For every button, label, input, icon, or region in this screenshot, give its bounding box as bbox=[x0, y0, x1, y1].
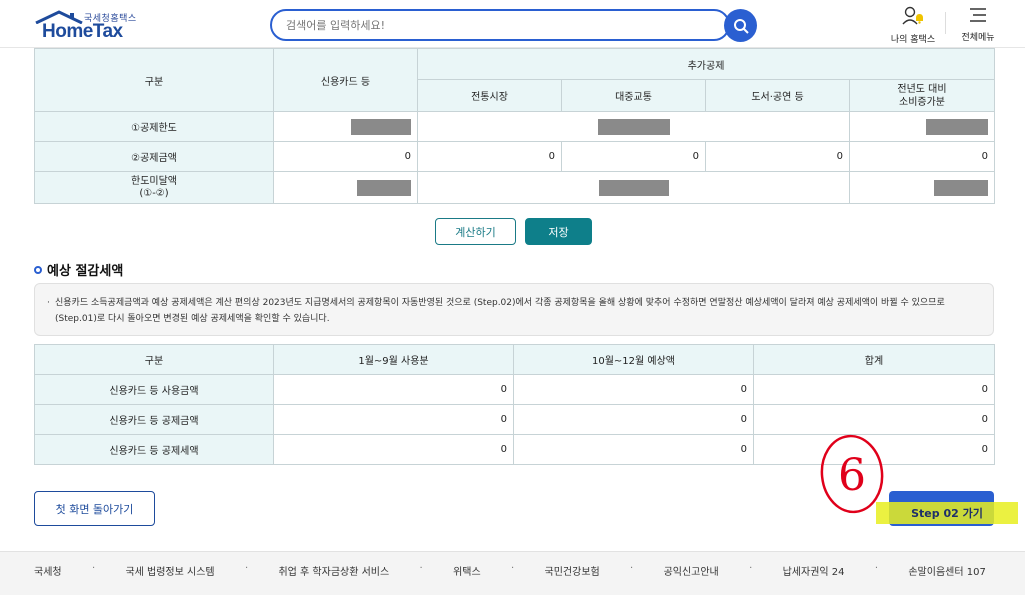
cell-value: 0 bbox=[753, 404, 995, 435]
footer-link[interactable]: 국민건강보험 bbox=[545, 563, 600, 578]
cell-value: 0 bbox=[273, 434, 514, 465]
cell-value: 0 bbox=[513, 374, 754, 405]
back-to-home-button[interactable]: 첫 화면 돌아가기 bbox=[34, 491, 155, 526]
table-row: 신용카드 등 공제금액 0 0 0 bbox=[34, 404, 995, 435]
save-button[interactable]: 저장 bbox=[525, 218, 592, 245]
header-divider bbox=[945, 12, 946, 34]
masked-value bbox=[273, 171, 418, 204]
header-additional-deduction: 추가공제 bbox=[417, 48, 995, 80]
row-label-line1: 한도미달액 bbox=[131, 175, 177, 187]
cell-value: 0 bbox=[417, 141, 562, 172]
footer: 국세청 · 국세 법령정보 시스템 · 취업 후 학자금상환 서비스 · 위택스… bbox=[0, 551, 1025, 595]
header-category: 구분 bbox=[34, 48, 274, 112]
calculate-button[interactable]: 계산하기 bbox=[435, 218, 516, 245]
search-icon bbox=[733, 18, 749, 34]
footer-link[interactable]: 손말이음센터 107 bbox=[908, 563, 985, 578]
footer-separator: · bbox=[511, 563, 515, 574]
footer-link[interactable]: 국세청 bbox=[34, 563, 62, 578]
footer-link[interactable]: 취업 후 학자금상환 서비스 bbox=[278, 563, 389, 578]
cell-value: 0 bbox=[753, 374, 995, 405]
cell-value: 0 bbox=[513, 434, 754, 465]
search-input[interactable] bbox=[272, 11, 692, 39]
header-jan-sep: 1월~9월 사용분 bbox=[273, 344, 514, 375]
row-label: 신용카드 등 공제금액 bbox=[34, 404, 274, 435]
my-hometax-label: 나의 홈택스 bbox=[890, 35, 936, 45]
footer-link[interactable]: 공익신고안내 bbox=[664, 563, 719, 578]
masked-value bbox=[417, 111, 850, 142]
handwritten-annotation: 6 bbox=[820, 434, 884, 514]
section-title: 예상 절감세액 bbox=[34, 260, 123, 279]
table-row: ②공제금액 0 0 0 0 0 bbox=[34, 141, 995, 172]
header: 국세청홈택스 HomeTax 나의 홈택스 전체메뉴 bbox=[0, 0, 1025, 48]
cell-value: 0 bbox=[705, 141, 850, 172]
table-row: ①공제한도 bbox=[34, 111, 995, 142]
table-row: 신용카드 등 사용금액 0 0 0 bbox=[34, 374, 995, 405]
footer-link[interactable]: 위택스 bbox=[453, 563, 481, 578]
footer-separator: · bbox=[874, 563, 879, 574]
footer-link[interactable]: 국세 법령정보 시스템 bbox=[125, 563, 214, 578]
section-title-text: 예상 절감세액 bbox=[47, 264, 124, 279]
hometax-logo[interactable]: 국세청홈택스 HomeTax bbox=[34, 8, 144, 42]
footer-separator: · bbox=[244, 563, 249, 574]
header-category: 구분 bbox=[34, 344, 274, 375]
notice-text: 신용카드 소득공제금액과 예상 공제세액은 계산 편의상 2023년도 지급명세… bbox=[55, 298, 945, 324]
user-bell-icon bbox=[902, 6, 923, 25]
row-label: 신용카드 등 공제세액 bbox=[34, 434, 274, 465]
table-row: 한도미달액 (①-②) bbox=[34, 171, 995, 204]
all-menu-label: 전체메뉴 bbox=[961, 33, 995, 43]
header-increase-line2: 소비증가분 bbox=[899, 96, 945, 108]
masked-value bbox=[849, 111, 995, 142]
row-label: 한도미달액 (①-②) bbox=[34, 171, 274, 204]
masked-value bbox=[417, 171, 850, 204]
row-label: ①공제한도 bbox=[34, 111, 274, 142]
masked-value bbox=[273, 111, 418, 142]
bullet-dot-icon: · bbox=[47, 298, 50, 308]
footer-link[interactable]: 납세자권익 24 bbox=[783, 563, 845, 578]
header-credit-card: 신용카드 등 bbox=[273, 48, 418, 112]
header-public-transit: 대중교통 bbox=[561, 79, 706, 112]
annotation-number: 6 bbox=[838, 450, 866, 501]
logo-title: HomeTax bbox=[42, 21, 123, 42]
cell-value: 0 bbox=[561, 141, 706, 172]
cell-value: 0 bbox=[513, 404, 754, 435]
search-box bbox=[270, 9, 730, 41]
row-label: 신용카드 등 사용금액 bbox=[34, 374, 274, 405]
footer-separator: · bbox=[91, 563, 96, 574]
row-label-line2: (①-②) bbox=[139, 187, 169, 199]
header-total: 합계 bbox=[753, 344, 995, 375]
header-consumption-increase: 전년도 대비 소비증가분 bbox=[849, 79, 995, 112]
header-oct-dec: 10월~12월 예상액 bbox=[513, 344, 754, 375]
footer-separator: · bbox=[749, 563, 753, 574]
header-increase-line1: 전년도 대비 bbox=[897, 83, 947, 95]
footer-links: 국세청 · 국세 법령정보 시스템 · 취업 후 학자금상환 서비스 · 위택스… bbox=[34, 563, 986, 578]
footer-separator: · bbox=[630, 563, 634, 574]
hamburger-menu-icon bbox=[970, 8, 986, 22]
search-button[interactable] bbox=[724, 9, 757, 42]
cell-value: 0 bbox=[849, 141, 995, 172]
header-books-culture: 도서·공연 등 bbox=[705, 79, 850, 112]
bullet-circle-icon bbox=[34, 265, 42, 274]
footer-separator: · bbox=[419, 563, 423, 574]
masked-value bbox=[849, 171, 995, 204]
cell-value: 0 bbox=[273, 374, 514, 405]
row-label: ②공제금액 bbox=[34, 141, 274, 172]
header-traditional-market: 전통시장 bbox=[417, 79, 562, 112]
cell-value: 0 bbox=[273, 404, 514, 435]
notice-box: · 신용카드 소득공제금액과 예상 공제세액은 계산 편의상 2023년도 지급… bbox=[34, 283, 994, 336]
my-hometax-button[interactable]: 나의 홈택스 bbox=[888, 6, 938, 45]
step2-button-label[interactable]: Step 02 가기 bbox=[876, 502, 1018, 524]
cell-value: 0 bbox=[273, 141, 418, 172]
all-menu-button[interactable]: 전체메뉴 bbox=[955, 6, 1001, 43]
deduction-table: 구분 신용카드 등 추가공제 전통시장 대중교통 도서·공연 등 전년도 대비 … bbox=[34, 48, 995, 204]
